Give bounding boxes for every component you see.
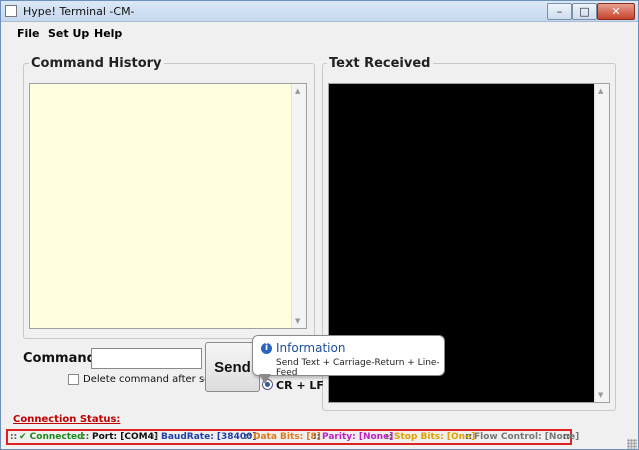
scroll-up-icon[interactable]: ▲	[295, 87, 300, 95]
scroll-down-icon[interactable]: ▼	[295, 317, 300, 325]
info-tooltip: i Information Send Text + Carriage-Retur…	[252, 335, 445, 384]
title-bar[interactable]: Hype! Terminal -CM- – □ ✕	[1, 1, 638, 22]
status-separator: ::	[10, 432, 18, 442]
command-history-list[interactable]: ▲ ▼	[29, 83, 307, 329]
app-window: Hype! Terminal -CM- – □ ✕ File Set Up He…	[0, 0, 639, 450]
resize-grip-icon[interactable]	[627, 439, 637, 449]
history-scrollbar[interactable]: ▲ ▼	[291, 84, 306, 328]
received-scrollbar[interactable]: ▲ ▼	[594, 84, 609, 402]
text-received-label: Text Received	[327, 56, 433, 71]
status-separator: ::	[465, 432, 473, 442]
status-separator: ::	[313, 432, 321, 442]
close-button[interactable]: ✕	[597, 3, 635, 20]
menu-setup[interactable]: Set Up	[48, 27, 89, 40]
status-baudrate: BaudRate: [38400]	[161, 432, 257, 442]
status-separator: ::	[385, 432, 393, 442]
app-icon	[5, 5, 17, 17]
status-port: Port: [COM4]	[92, 432, 158, 442]
window-title: Hype! Terminal -CM-	[23, 5, 135, 18]
status-stopbits: Stop Bits: [One]	[394, 432, 476, 442]
command-input[interactable]	[91, 348, 202, 369]
tooltip-body: Send Text + Carriage-Return + Line-Feed	[276, 358, 440, 378]
status-separator: ::	[151, 432, 159, 442]
scroll-up-icon[interactable]: ▲	[598, 87, 603, 95]
connection-status-label: Connection Status:	[13, 414, 121, 425]
delete-after-send-label[interactable]: Delete command after send	[83, 374, 223, 385]
status-separator: ::	[82, 432, 90, 442]
command-history-label: Command History	[29, 56, 164, 71]
minimize-button[interactable]: –	[547, 3, 572, 20]
crlf-label[interactable]: CR + LF	[276, 379, 324, 392]
status-databits: Data Bits: [8]	[253, 432, 321, 442]
status-bar: :: ✔ Connected :: Port: [COM4] :: BaudRa…	[6, 429, 579, 445]
status-connected: ✔ Connected	[19, 432, 84, 442]
menu-file[interactable]: File	[17, 27, 40, 40]
info-icon: i	[261, 343, 272, 354]
maximize-button[interactable]: □	[572, 3, 597, 20]
status-separator: ::	[563, 432, 571, 442]
status-separator: ::	[244, 432, 252, 442]
scroll-down-icon[interactable]: ▼	[598, 391, 603, 399]
delete-after-send-checkbox[interactable]	[68, 374, 79, 385]
tooltip-tail	[259, 374, 271, 384]
command-label: Command:	[23, 351, 102, 366]
menu-help[interactable]: Help	[94, 27, 122, 40]
tooltip-title: Information	[276, 341, 346, 355]
status-parity: Parity: [None]	[322, 432, 394, 442]
menu-bar: File Set Up Help	[1, 23, 638, 43]
